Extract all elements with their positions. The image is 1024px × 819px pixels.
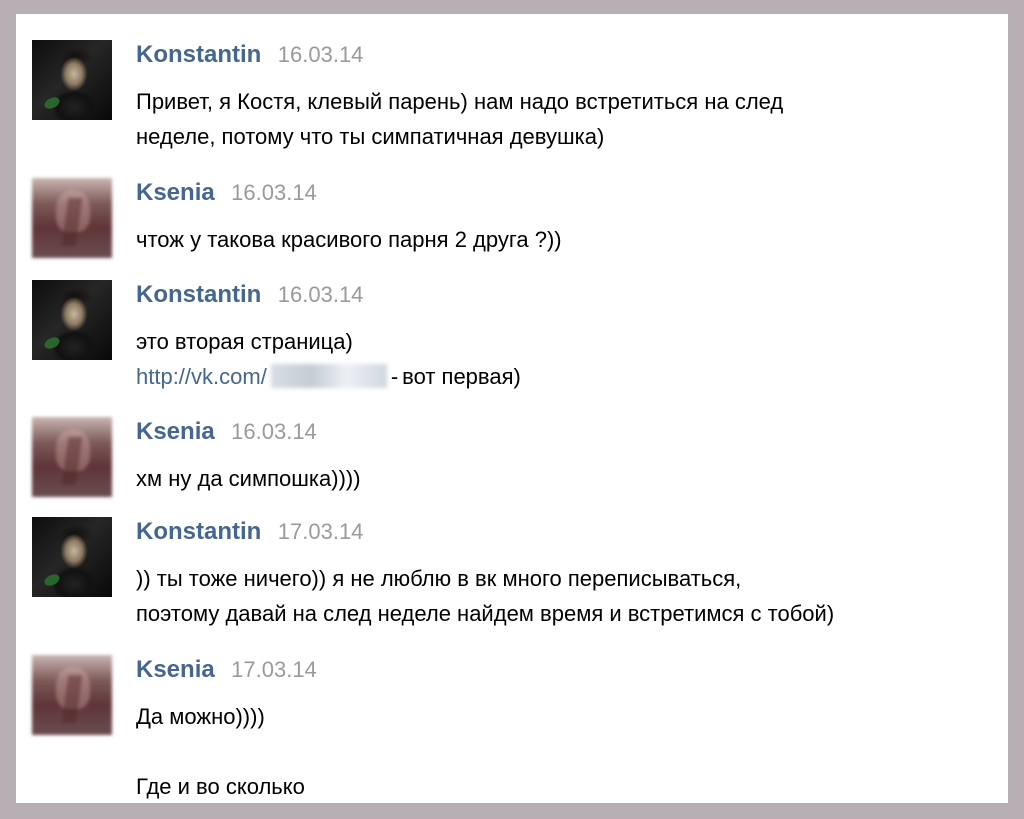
link-dash: - [390, 364, 399, 389]
message-date: 16.03.14 [277, 42, 364, 67]
message-header: Ksenia 16.03.14 [136, 417, 317, 447]
message-text: это вторая страница) http://vk.com/ - вот … [136, 324, 521, 394]
ksenia-avatar[interactable] [32, 178, 112, 258]
message-line: хм ну да симпошка)))) [136, 466, 361, 491]
author-name[interactable]: Konstantin [136, 41, 261, 68]
author-name[interactable]: Ksenia [136, 418, 215, 445]
message-date: 16.03.14 [231, 419, 317, 444]
message-header: Ksenia 17.03.14 [136, 655, 317, 685]
message-header: Konstantin 17.03.14 [136, 517, 363, 547]
message-line [136, 734, 305, 769]
message-text: Да можно)))) Где и во сколько [136, 699, 305, 803]
message-header: Ksenia 16.03.14 [136, 178, 317, 208]
konstantin-avatar[interactable] [32, 517, 112, 597]
message-header: Konstantin 16.03.14 [136, 280, 363, 310]
message-date: 17.03.14 [231, 657, 317, 682]
author-name[interactable]: Konstantin [136, 281, 261, 308]
message-line: поэтому давай на след неделе найдем врем… [136, 601, 835, 626]
ksenia-avatar[interactable] [32, 417, 112, 497]
author-name[interactable]: Ksenia [136, 179, 215, 206]
message-line: )) ты тоже ничего)) я не люблю в вк мног… [136, 566, 742, 591]
konstantin-avatar[interactable] [32, 40, 112, 120]
conversation-panel: Konstantin 16.03.14 Привет, я Костя, кле… [16, 14, 1008, 803]
message-line: неделе, потому что ты симпатичная девушк… [136, 124, 605, 149]
ksenia-avatar[interactable] [32, 655, 112, 735]
message-line: это вторая страница) [136, 329, 353, 354]
message-text: )) ты тоже ничего)) я не люблю в вк мног… [136, 561, 834, 631]
message-date: 16.03.14 [277, 282, 364, 307]
author-name[interactable]: Konstantin [136, 518, 261, 545]
message-link-line: http://vk.com/ - вот первая) [136, 359, 521, 394]
message-date: 17.03.14 [277, 519, 364, 544]
message-line: Привет, я Костя, клевый парень) нам надо… [136, 89, 784, 114]
message-text: хм ну да симпошка)))) [136, 461, 361, 496]
message-line: Да можно)))) [136, 704, 265, 729]
message-line: Где и во сколько [136, 774, 305, 799]
link-suffix-text: вот первая) [402, 364, 521, 389]
author-name[interactable]: Ksenia [136, 656, 215, 683]
message-date: 16.03.14 [231, 180, 317, 205]
message-header: Konstantin 16.03.14 [136, 40, 363, 70]
konstantin-avatar[interactable] [32, 280, 112, 360]
message-text: чтож у такова красивого парня 2 друга ?)… [136, 222, 562, 257]
message-line: чтож у такова красивого парня 2 друга ?)… [136, 227, 562, 252]
redacted-link-part [270, 364, 387, 388]
profile-link[interactable]: http://vk.com/ [136, 364, 267, 389]
message-text: Привет, я Костя, клевый парень) нам надо… [136, 84, 783, 154]
